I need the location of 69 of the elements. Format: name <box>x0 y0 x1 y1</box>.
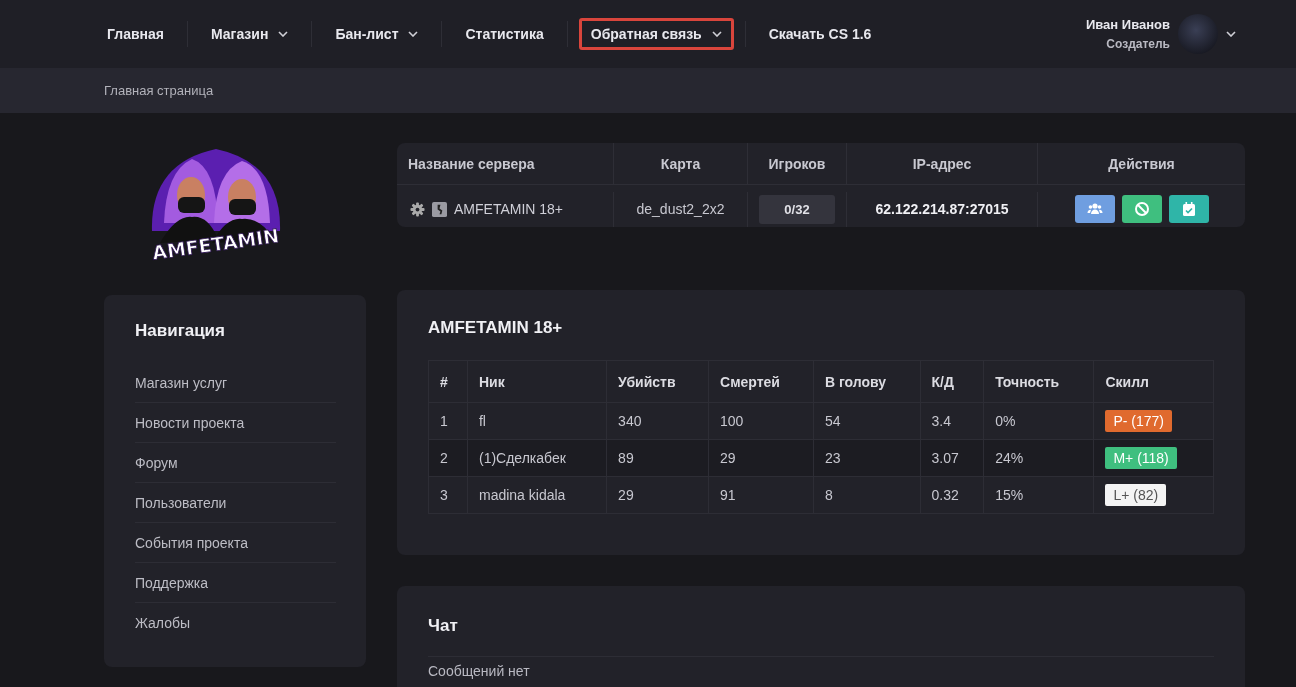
table-cell: 29 <box>606 476 709 514</box>
sidebar-link[interactable]: Форум <box>135 443 336 483</box>
breadcrumb[interactable]: Главная страница <box>104 83 214 98</box>
card-title: Чат <box>428 616 459 636</box>
table-cell: (1)Сделкабек <box>467 439 607 477</box>
players-button[interactable] <box>1074 195 1115 224</box>
player-count: 0/32 <box>759 194 835 224</box>
server-name: AMFETAMIN 18+ <box>454 201 564 218</box>
nav-link[interactable]: Главная <box>95 18 176 50</box>
game-icon <box>432 201 447 217</box>
column-header: К/Д <box>920 360 984 403</box>
skill-badge: L+ (82) <box>1105 484 1167 506</box>
column-header: # <box>428 360 468 403</box>
card-title: AMFETAMIN 18+ <box>428 318 564 338</box>
map-name: de_dust2_2x2 <box>636 201 725 218</box>
table-cell: 29 <box>708 439 814 477</box>
calendar-button[interactable] <box>1168 195 1209 224</box>
card-title: Навигация <box>135 321 226 341</box>
skill-badge: M+ (118) <box>1105 447 1177 469</box>
table-cell: fl <box>467 402 607 440</box>
calendar-check-icon <box>1180 201 1197 218</box>
table-cell: 3 <box>428 476 468 514</box>
empty-message: Сообщений нет <box>428 663 530 679</box>
sidebar-link[interactable]: Поддержка <box>135 563 336 603</box>
table-cell: 54 <box>813 402 920 440</box>
nav-link[interactable]: Обратная связь <box>578 18 734 50</box>
table-cell: 0.32 <box>920 476 984 514</box>
sidebar-link[interactable]: Магазин услуг <box>135 363 336 403</box>
column-header: Скилл <box>1093 360 1214 403</box>
table-cell: madina kidala <box>467 476 607 514</box>
column-header: IP-адрес <box>912 155 972 172</box>
ban-button[interactable] <box>1121 195 1162 224</box>
sidebar-link[interactable]: Жалобы <box>135 603 336 642</box>
table-cell: 1 <box>428 402 468 440</box>
table-cell: 2 <box>428 439 468 477</box>
table-cell: 24% <box>983 439 1094 477</box>
ban-icon <box>1133 201 1150 218</box>
sidebar-link[interactable]: Пользователи <box>135 483 336 523</box>
column-header: Название сервера <box>408 155 535 172</box>
table-cell: 89 <box>606 439 709 477</box>
table-cell: 3.4 <box>920 402 984 440</box>
table-cell: 8 <box>813 476 920 514</box>
nav-link[interactable]: Бан-лист <box>323 18 431 50</box>
table-cell: 0% <box>983 402 1094 440</box>
table-cell: 100 <box>708 402 814 440</box>
settings-icon[interactable] <box>410 201 425 217</box>
server-ip: 62.122.214.87:27015 <box>875 201 1009 218</box>
nav-link[interactable]: Магазин <box>198 18 301 50</box>
column-header: Смертей <box>708 360 814 403</box>
user-role: Создатель <box>1106 37 1170 51</box>
column-header: Карта <box>660 155 701 172</box>
skill-badge: P- (177) <box>1105 410 1172 432</box>
table-cell: 15% <box>983 476 1094 514</box>
column-header: Действия <box>1108 155 1175 172</box>
column-header: Точность <box>983 360 1094 403</box>
nav-link[interactable]: Статистика <box>453 18 556 50</box>
table-cell: 91 <box>708 476 814 514</box>
user-name: Иван Иванов <box>1085 17 1170 32</box>
column-header: В голову <box>813 360 920 403</box>
column-header: Убийств <box>606 360 709 403</box>
nav-link[interactable]: Скачать CS 1.6 <box>756 18 884 50</box>
column-header: Игроков <box>768 155 826 172</box>
column-header: Ник <box>467 360 607 403</box>
table-cell: 23 <box>813 439 920 477</box>
table-cell: 340 <box>606 402 709 440</box>
sidebar-link[interactable]: Новости проекта <box>135 403 336 443</box>
chevron-down-icon <box>1226 31 1236 37</box>
sidebar-link[interactable]: События проекта <box>135 523 336 563</box>
table-cell: 3.07 <box>920 439 984 477</box>
